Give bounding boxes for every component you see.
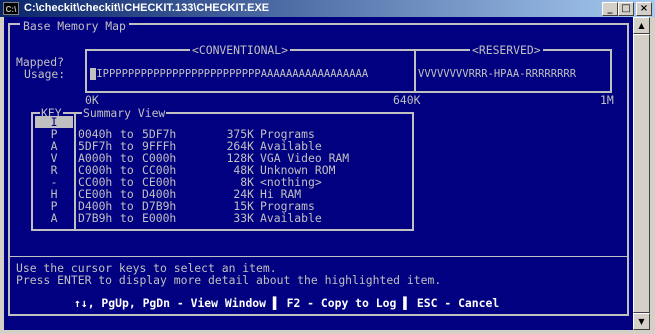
console-window: C:\ C:\checkit\checkit\!CHECKIT.133\CHEC… — [0, 0, 655, 334]
row-from-address: D7B9h — [78, 211, 113, 225]
conventional-reserved-divider — [414, 49, 416, 93]
footer-separator: ▌ — [272, 296, 280, 310]
minimize-button[interactable]: _ — [602, 2, 618, 16]
usage-conventional-text: IPPPPPPPPPPPPPPPPPPPPPPPPPAAAAAAAAAAAAAA… — [96, 68, 369, 80]
maximize-icon: □ — [621, 3, 631, 14]
row-to-word: to — [120, 211, 134, 225]
row-size: 33K — [233, 211, 254, 225]
footer-copy-log[interactable]: F2 - Copy to Log — [287, 296, 397, 310]
window-title: C:\checkit\checkit\!CHECKIT.133\CHECKIT.… — [24, 2, 270, 14]
help-divider — [10, 256, 627, 257]
scale-label-0k: 0K — [85, 93, 99, 107]
footer-nav-hint[interactable]: ↑↓, PgUp, PgDn - View Window — [74, 296, 266, 310]
minimize-icon: _ — [607, 3, 613, 14]
close-button[interactable]: × — [636, 2, 652, 16]
scroll-down-button[interactable]: ▼ — [633, 313, 650, 330]
usage-conventional-map[interactable]: IPPPPPPPPPPPPPPPPPPPPPPPPPAAAAAAAAAAAAAA… — [90, 68, 368, 80]
usage-label: Usage: — [24, 67, 66, 81]
footer-cancel[interactable]: ESC - Cancel — [417, 296, 499, 310]
scroll-up-button[interactable]: ▲ — [633, 17, 650, 34]
help-line-2: Press ENTER to display more detail about… — [16, 273, 442, 287]
console-screen: Base Memory Map Mapped? Usage: <CONVENTI… — [4, 17, 633, 330]
maximize-button[interactable]: □ — [618, 2, 634, 16]
scale-label-640k: 640K — [393, 93, 421, 107]
footer-separator: ▌ — [403, 296, 411, 310]
scale-label-1m: 1M — [600, 93, 614, 107]
title-bar[interactable]: C:\ C:\checkit\checkit\!CHECKIT.133\CHEC… — [0, 0, 655, 17]
close-icon: × — [639, 3, 649, 14]
footer-keys: ↑↓, PgUp, PgDn - View Window ▌ F2 - Copy… — [74, 297, 499, 309]
conventional-header: <CONVENTIONAL> — [190, 43, 291, 57]
row-description: Available — [260, 211, 322, 225]
summary-row-key: A — [50, 211, 58, 225]
console-app-icon[interactable]: C:\ — [3, 2, 19, 15]
arrow-down-icon: ▼ — [638, 317, 645, 326]
scroll-thumb[interactable] — [633, 34, 650, 313]
vertical-scrollbar[interactable]: ▲ ▼ — [633, 17, 650, 330]
row-to-address: E000h — [142, 211, 177, 225]
arrow-up-icon: ▲ — [638, 21, 645, 30]
panel-title: Base Memory Map — [20, 20, 129, 32]
reserved-header: <RESERVED> — [470, 43, 543, 57]
usage-reserved-map[interactable]: VVVVVVVVRRR-HPAA-RRRRRRRR — [418, 68, 576, 80]
key-column-divider — [74, 114, 76, 229]
